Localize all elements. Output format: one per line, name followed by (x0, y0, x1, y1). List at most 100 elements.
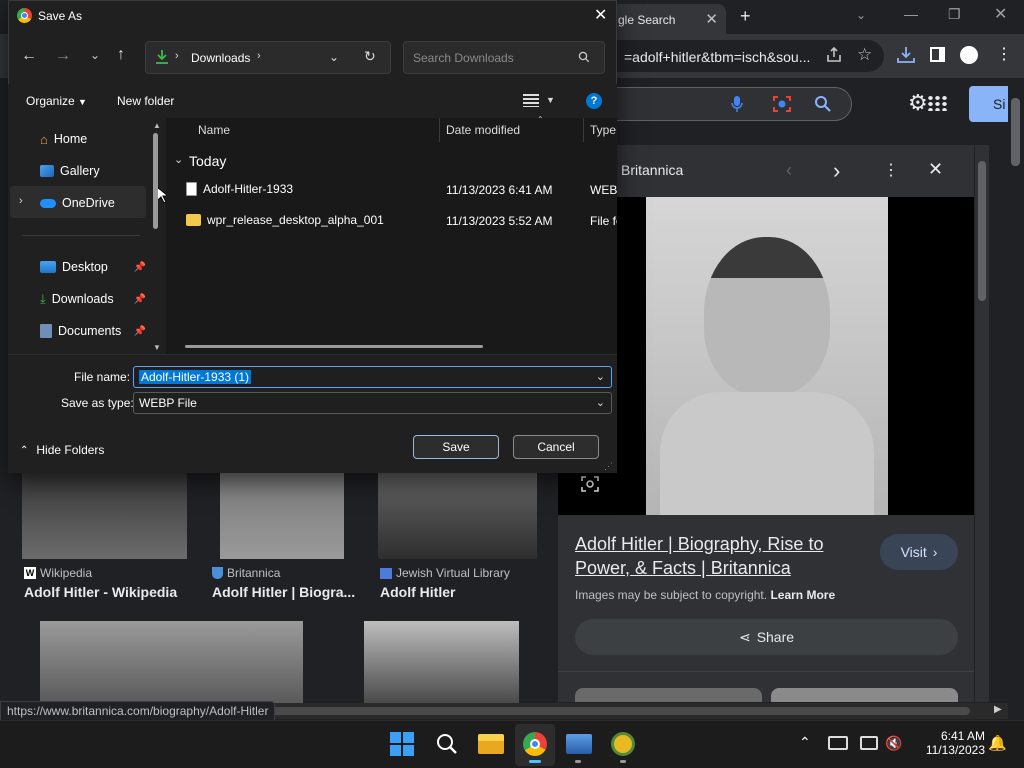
recent-locations-chevron-icon[interactable]: ⌄ (90, 48, 100, 62)
share-button[interactable]: ⋖ Share (575, 619, 958, 655)
learn-more-link[interactable]: Learn More (770, 588, 835, 602)
result-title-britannica[interactable]: Adolf Hitler | Biogra... (212, 584, 355, 600)
breadcrumb-chevron-icon[interactable]: › (257, 50, 261, 62)
resize-grip-icon[interactable]: ⋰ (604, 461, 613, 472)
close-tab-icon[interactable]: ✕ (705, 10, 718, 28)
save-as-type-select[interactable]: WEBP File ⌄ (133, 392, 612, 414)
nav-pane-scrollbar[interactable]: ▲ ▼ (151, 121, 161, 353)
related-image-1[interactable] (575, 688, 762, 702)
taskbar-clock[interactable]: 6:41 AM 11/13/2023 (907, 729, 985, 757)
pin-icon[interactable]: 📌 (134, 294, 146, 305)
side-panel-icon[interactable] (930, 47, 945, 62)
page-scroll-thumb[interactable] (1011, 98, 1020, 166)
windows-start-icon[interactable] (390, 732, 414, 756)
result-image-portrait[interactable] (364, 621, 519, 703)
nav-item-downloads[interactable]: ⤓ Downloads 📌 (40, 287, 146, 311)
result-title-wikipedia[interactable]: Adolf Hitler - Wikipedia (24, 584, 177, 600)
result-source-wikipedia[interactable]: W Wikipedia (24, 566, 92, 580)
hide-folders-toggle[interactable]: ⌃ Hide Folders (20, 443, 104, 457)
panel-scrollbar[interactable] (975, 145, 989, 702)
volume-muted-icon[interactable]: 🔇 (885, 735, 902, 752)
address-breadcrumb[interactable]: › Downloads › ⌄ ↻ (145, 41, 391, 74)
close-window-icon[interactable]: ✕ (994, 4, 1007, 24)
scroll-up-arrow-icon[interactable]: ▲ (153, 121, 161, 130)
back-arrow-icon[interactable]: ← (21, 47, 37, 65)
address-dropdown-icon[interactable]: ⌄ (329, 50, 339, 64)
browser-tab-google-search[interactable]: gle Search ✕ (598, 4, 726, 34)
downloads-icon[interactable] (896, 46, 916, 64)
column-divider[interactable] (439, 118, 440, 142)
related-image-2[interactable] (771, 688, 958, 702)
view-options-chevron-icon[interactable]: ▼ (546, 95, 555, 105)
refresh-icon[interactable]: ↻ (364, 48, 376, 65)
visit-button[interactable]: Visit › (880, 534, 958, 570)
view-options-icon[interactable] (523, 94, 539, 107)
breadcrumb-downloads[interactable]: Downloads (191, 51, 250, 65)
file-name-dropdown-icon[interactable]: ⌄ (596, 370, 605, 383)
save-type-dropdown-icon[interactable]: ⌄ (596, 396, 605, 409)
profile-avatar-icon[interactable] (960, 46, 978, 64)
preview-headline-link[interactable]: Adolf Hitler | Biography, Rise to Power,… (575, 532, 845, 580)
nav-item-onedrive[interactable]: OneDrive (40, 191, 115, 215)
file-name-input[interactable]: Adolf-Hitler-1933 (1) ⌄ (133, 366, 612, 388)
more-options-icon[interactable]: ⋮ (883, 160, 899, 180)
result-image-crowd[interactable] (40, 621, 303, 703)
taskbar-search-icon[interactable] (435, 732, 459, 756)
search-downloads-input[interactable]: Search Downloads (403, 41, 605, 74)
battery-icon[interactable] (828, 736, 848, 750)
sign-in-button[interactable]: Si (969, 86, 1009, 122)
search-submit-icon[interactable] (814, 95, 832, 113)
tab-search-chevron-icon[interactable]: ⌄ (856, 8, 866, 22)
forward-arrow-icon[interactable]: → (55, 47, 71, 65)
apps-grid-icon[interactable] (927, 95, 947, 111)
column-header-name[interactable]: Name (198, 123, 230, 137)
visual-search-icon[interactable] (580, 474, 600, 494)
up-arrow-icon[interactable]: ↑ (117, 46, 125, 64)
dialog-close-icon[interactable]: ✕ (594, 5, 607, 25)
network-monitor-icon[interactable] (860, 736, 878, 750)
chrome-menu-icon[interactable]: ⋮ (996, 44, 1012, 64)
result-image-wikipedia[interactable] (22, 473, 187, 559)
pin-icon[interactable]: 📌 (134, 262, 146, 273)
organize-menu[interactable]: Organize ▼ (26, 94, 87, 108)
nav-item-home[interactable]: ⌂ Home (40, 127, 87, 151)
bookmark-star-icon[interactable]: ☆ (857, 45, 872, 65)
page-scrollbar[interactable] (1008, 78, 1024, 702)
column-divider[interactable] (583, 118, 584, 142)
group-label-today[interactable]: Today (189, 153, 226, 169)
lens-search-icon[interactable] (772, 94, 792, 114)
photos-app-icon[interactable] (566, 734, 592, 754)
preview-image[interactable] (646, 197, 888, 515)
file-explorer-icon[interactable] (478, 734, 504, 754)
new-folder-button[interactable]: New folder (117, 94, 174, 108)
notification-bell-icon[interactable]: 🔔 (988, 734, 1007, 752)
result-title-jvl[interactable]: Adolf Hitler (380, 584, 455, 600)
column-header-date[interactable]: Date modified (446, 123, 520, 137)
pin-icon[interactable]: 📌 (134, 326, 146, 337)
nav-item-gallery[interactable]: Gallery (40, 159, 100, 183)
result-source-britannica[interactable]: Britannica (212, 566, 280, 580)
nav-scroll-thumb[interactable] (153, 133, 158, 229)
group-collapse-chevron-icon[interactable]: ⌄ (174, 153, 183, 166)
nav-item-desktop[interactable]: Desktop 📌 (40, 255, 146, 279)
file-row-adolf-hitler-1933[interactable]: Adolf-Hitler-1933 (186, 182, 293, 196)
next-image-icon[interactable]: › (833, 158, 840, 184)
show-hidden-icons-chevron-icon[interactable]: ⌃ (799, 734, 811, 751)
save-button[interactable]: Save (413, 435, 499, 459)
result-image-britannica[interactable] (220, 473, 344, 559)
voice-search-icon[interactable] (731, 95, 743, 113)
new-tab-icon[interactable]: + (740, 6, 751, 27)
nav-item-documents[interactable]: Documents 📌 (40, 319, 146, 343)
panel-scroll-thumb[interactable] (978, 161, 986, 301)
cancel-button[interactable]: Cancel (513, 435, 599, 459)
close-panel-icon[interactable]: ✕ (928, 159, 943, 180)
file-list-horizontal-scroll-thumb[interactable] (185, 345, 483, 348)
settings-gear-icon[interactable]: ⚙ (908, 90, 928, 116)
minimize-icon[interactable]: — (904, 6, 918, 22)
result-image-jewish-virtual-library[interactable] (378, 473, 537, 559)
google-search-bar[interactable] (590, 87, 852, 121)
restore-icon[interactable]: ❐ (948, 6, 961, 23)
previous-image-icon[interactable]: ‹ (786, 160, 792, 181)
help-icon[interactable]: ? (586, 93, 602, 109)
app-icon-bird[interactable] (611, 732, 635, 756)
